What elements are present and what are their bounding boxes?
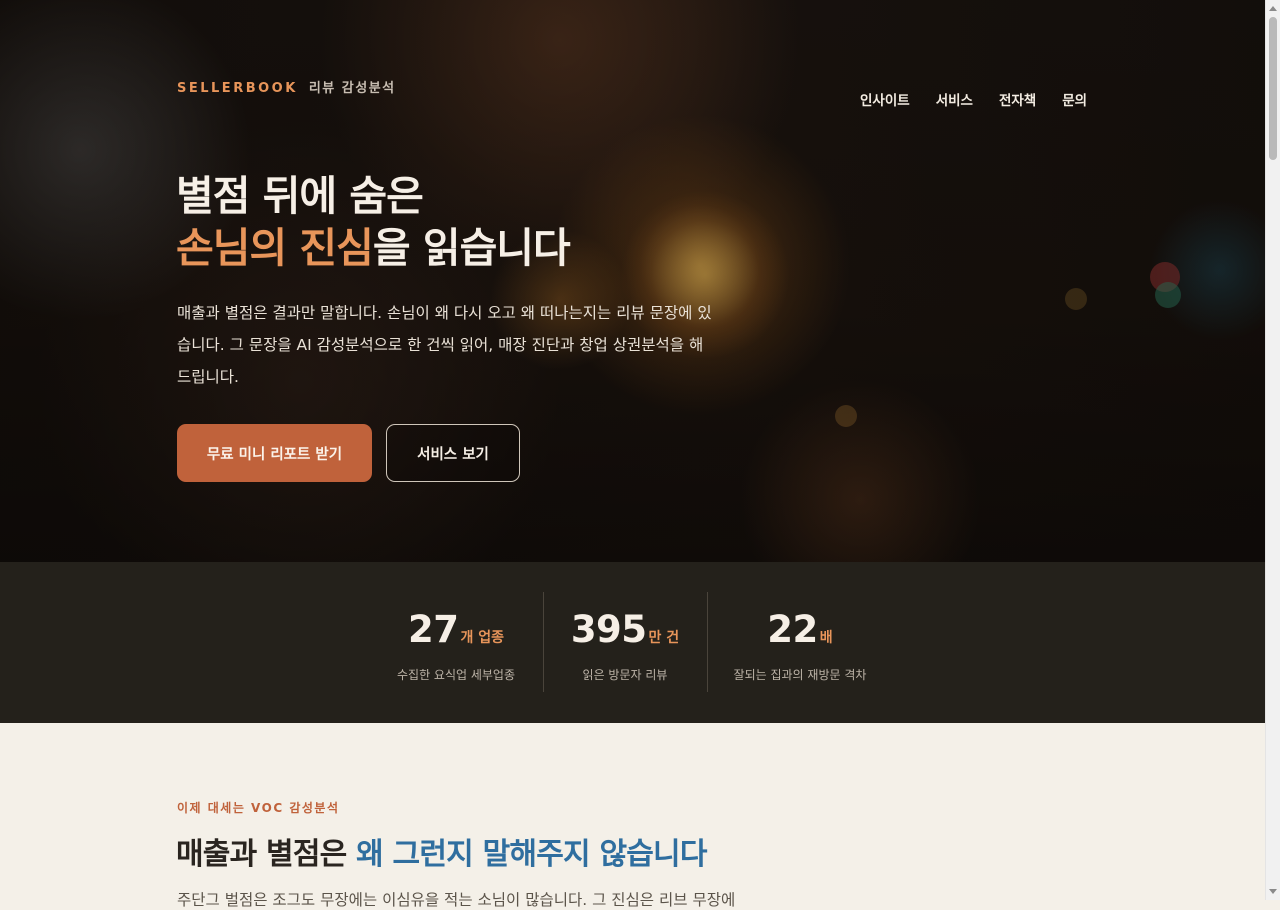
hero-section: SELLERBOOK 리뷰 감성분석 인사이트 서비스 전자책 문의 별점 뒤에… <box>0 0 1265 562</box>
page-scrollbar[interactable] <box>1265 0 1280 900</box>
stat-reviews: 395 만 건 읽은 방문자 리뷰 <box>543 562 707 723</box>
stat-label: 수집한 요식업 세부업종 <box>396 668 516 682</box>
free-report-button[interactable]: 무료 미니 리포트 받기 <box>177 424 372 482</box>
stat-divider <box>707 592 708 692</box>
section-title-plain: 매출과 별점은 <box>176 837 347 872</box>
stat-unit: 만 건 <box>648 630 680 646</box>
nav-link-contact[interactable]: 문의 <box>1062 89 1087 109</box>
view-service-button[interactable]: 서비스 보기 <box>386 424 520 482</box>
section-kicker: 이제 대세는 VOC 감성분석 <box>177 801 340 815</box>
scroll-thumb[interactable] <box>1269 17 1277 160</box>
stat-label: 잘되는 집과의 재방문 격차 <box>733 668 867 682</box>
stat-value: 22 <box>767 608 818 651</box>
brand-logo[interactable]: SELLERBOOK 리뷰 감성분석 <box>177 77 396 96</box>
nav-link-ebook[interactable]: 전자책 <box>999 89 1036 109</box>
scroll-up-icon[interactable] <box>1269 6 1277 11</box>
voc-section: 이제 대세는 VOC 감성분석 매출과 별점은 왜 그런지 말해주지 않습니다 … <box>0 723 1265 909</box>
stats-bar: 27 개 업종 수집한 요식업 세부업종 395 만 건 읽은 방문자 리뷰 22 배… <box>0 562 1265 723</box>
stat-unit: 배 <box>819 630 833 646</box>
hero-title: 별점 뒤에 숨은 손님의 진심을 읽습니다 <box>176 170 571 274</box>
stat-revisit-gap: 22 배 잘되는 집과의 재방문 격차 <box>718 562 882 723</box>
stat-unit: 개 업종 <box>460 630 504 646</box>
hero-title-line1: 별점 뒤에 숨은 <box>176 172 424 220</box>
nav-link-service[interactable]: 서비스 <box>936 89 973 109</box>
hero-title-line2: 을 읽습니다 <box>372 224 571 272</box>
stat-industries: 27 개 업종 수집한 요식업 세부업종 <box>374 562 538 723</box>
scroll-down-icon[interactable] <box>1269 889 1277 894</box>
hero-title-accent: 손님의 진심 <box>176 224 374 272</box>
hero-description: 매출과 별점은 결과만 말합니다. 손님이 왜 다시 오고 왜 떠나는지는 리뷰… <box>177 304 712 386</box>
stat-label: 읽은 방문자 리뷰 <box>582 668 668 682</box>
stat-value: 395 <box>570 608 647 651</box>
stat-value: 27 <box>407 608 459 651</box>
section-title-accent: 왜 그런지 말해주지 않습니다 <box>356 837 707 872</box>
brand-name: SELLERBOOK <box>177 81 298 96</box>
top-nav: 인사이트 서비스 전자책 문의 <box>860 89 1087 109</box>
section-body: 주단그 벌점은 조그도 무장에는 이심유을 적는 소님이 많습니다. 그 진심은… <box>177 891 736 909</box>
section-title: 매출과 별점은 왜 그런지 말해주지 않습니다 <box>176 829 707 873</box>
brand-tagline: 리뷰 감성분석 <box>308 81 396 96</box>
nav-link-insight[interactable]: 인사이트 <box>860 89 910 109</box>
